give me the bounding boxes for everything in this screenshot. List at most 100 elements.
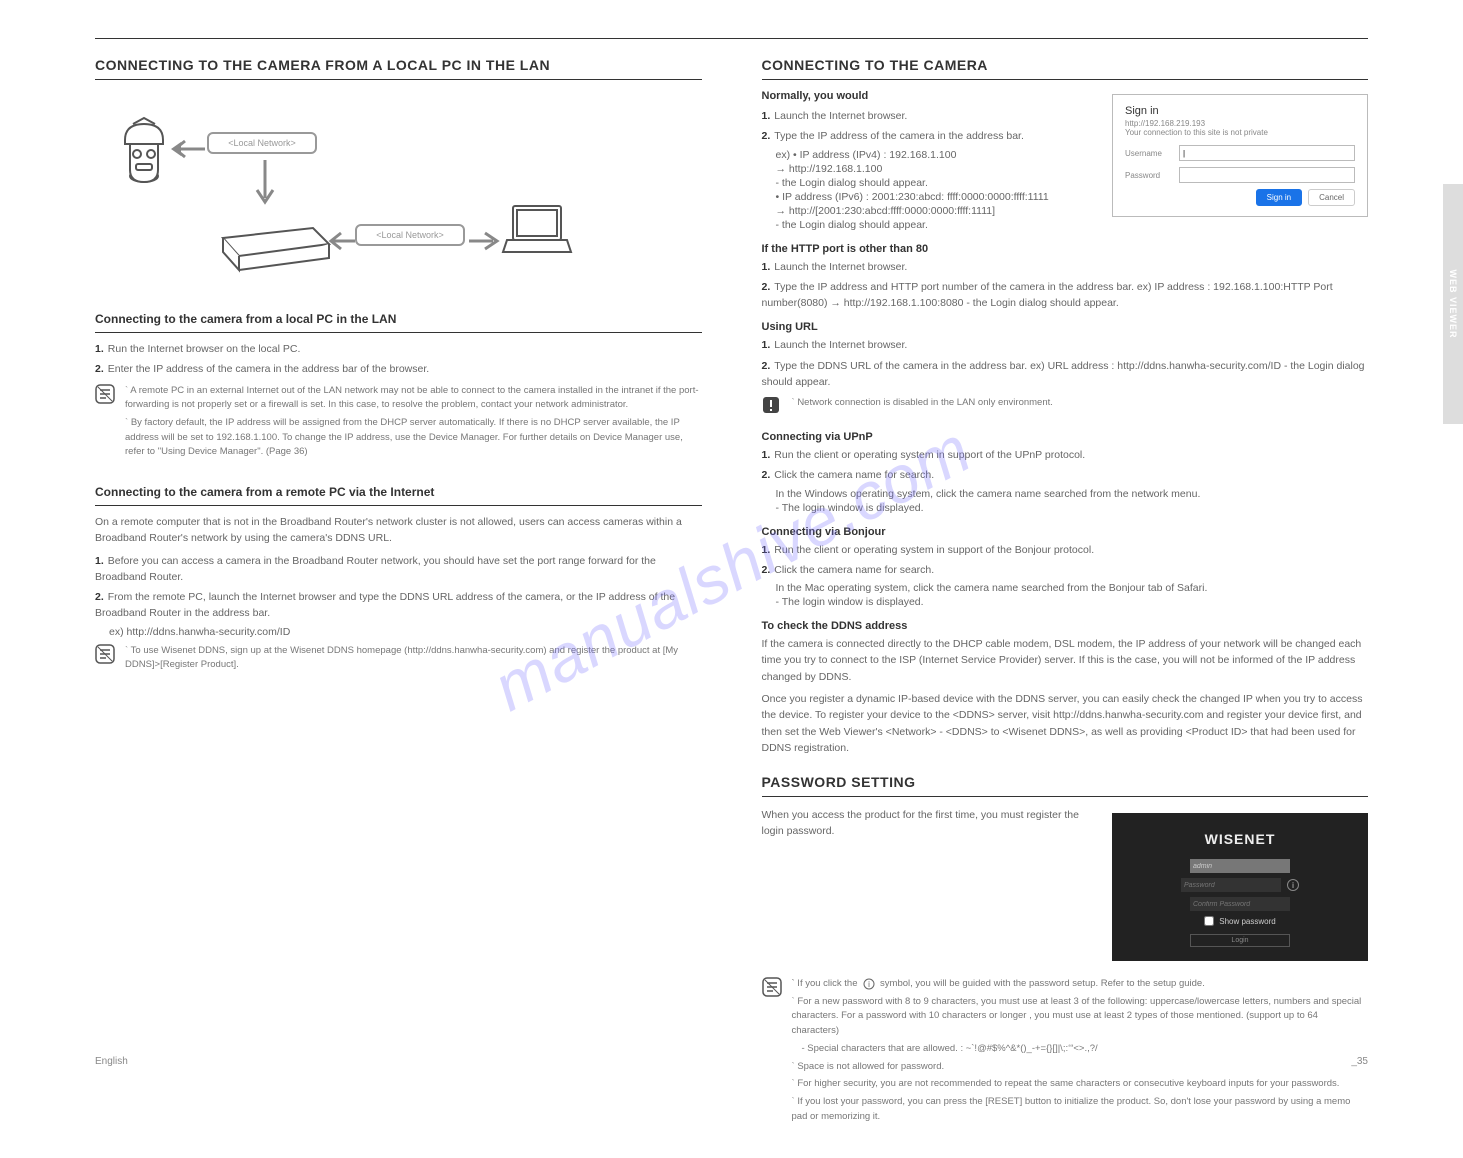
subheading-bonjour: Connecting via Bonjour — [762, 526, 1369, 538]
subtitle-remote-connect: Connecting to the camera from a remote P… — [95, 485, 702, 506]
cancel-button[interactable]: Cancel — [1308, 189, 1355, 206]
subheading-url: Using URL — [762, 321, 1369, 333]
paragraph: Once you register a dynamic IP-based dev… — [762, 691, 1369, 756]
arrow-left-icon — [167, 138, 207, 160]
laptop-icon — [501, 200, 573, 266]
wisenet-login-box: WISENET i Show password Login — [1112, 813, 1368, 961]
example-row: → http://[2001:230:abcd:ffff:0000:0000:f… — [776, 205, 1099, 217]
note-icon — [95, 644, 115, 664]
step-sub: In the Mac operating system, click the c… — [776, 582, 1369, 594]
paragraph: If the camera is connected directly to t… — [762, 636, 1369, 685]
note-line: If you lost your password, you can press… — [792, 1095, 1369, 1124]
info-icon[interactable]: i — [1287, 879, 1299, 891]
example-row: • IP address (IPv6) : 2001:230:abcd: fff… — [776, 191, 1099, 203]
step-text: Before you can access a camera in the Br… — [95, 555, 656, 583]
step: 2.Type the DDNS URL of the camera in the… — [762, 358, 1369, 391]
admin-field[interactable] — [1190, 859, 1290, 873]
svg-text:i: i — [868, 980, 870, 989]
side-tab: WEB VIEWER — [1443, 184, 1463, 424]
subtitle-lan-connect: Connecting to the camera from a local PC… — [95, 312, 702, 333]
paragraph: On a remote computer that is not in the … — [95, 514, 702, 547]
router-icon — [213, 208, 333, 274]
step-text: Run the client or operating system in su… — [774, 544, 1094, 556]
subheading-upnp: Connecting via UPnP — [762, 431, 1369, 443]
section-title-lan: CONNECTING TO THE CAMERA FROM A LOCAL PC… — [95, 57, 702, 80]
login-button[interactable]: Login — [1190, 934, 1290, 947]
step-text: Click the camera name for search. — [774, 564, 934, 576]
diagram-label-bottom: <Local Network> — [355, 224, 465, 246]
username-input[interactable] — [1179, 145, 1355, 161]
show-password-checkbox[interactable] — [1204, 916, 1214, 926]
diagram-label-top: <Local Network> — [207, 132, 317, 154]
network-diagram: <Local Network> — [95, 90, 575, 290]
step-text: From the remote PC, launch the Internet … — [95, 591, 675, 619]
side-tab-label: WEB VIEWER — [1448, 269, 1458, 338]
arrow-down-icon — [253, 158, 277, 206]
section-title-connect: CONNECTING TO THE CAMERA — [762, 57, 1369, 80]
step: 2.Type the IP address of the camera in t… — [762, 128, 1099, 144]
paragraph: When you access the product for the firs… — [762, 807, 1099, 840]
note-icon — [762, 977, 782, 997]
note-line: Space is not allowed for password. — [792, 1060, 1369, 1075]
password-field[interactable] — [1181, 878, 1281, 892]
example-row: - the Login dialog should appear. — [776, 177, 1099, 189]
note-line: ` If you click the i symbol, you will be… — [792, 977, 1369, 992]
note-line: To use Wisenet DDNS, sign up at the Wise… — [125, 644, 702, 673]
example-row: → http://192.168.1.100 — [776, 163, 1099, 175]
step-text: Click the camera name for search. — [774, 469, 934, 481]
info-icon: i — [863, 978, 875, 990]
signin-dialog: Sign in http://192.168.219.193 Your conn… — [1112, 94, 1368, 217]
signin-privacy: Your connection to this site is not priv… — [1125, 128, 1355, 137]
step: 1.Run the client or operating system in … — [762, 542, 1369, 558]
step: 1.Before you can access a camera in the … — [95, 553, 702, 586]
signin-title: Sign in — [1125, 105, 1355, 117]
step: 2.From the remote PC, launch the Interne… — [95, 589, 702, 622]
signin-button[interactable]: Sign in — [1256, 189, 1302, 206]
step: 1.Launch the Internet browser. — [762, 259, 1369, 275]
step: 1.Run the Internet browser on the local … — [95, 341, 702, 357]
step: 1.Launch the Internet browser. — [762, 108, 1099, 124]
step: 2.Enter the IP address of the camera in … — [95, 361, 702, 377]
step-text: Enter the IP address of the camera in th… — [108, 363, 429, 375]
step-text: Launch the Internet browser. — [774, 110, 907, 122]
example-row: - the Login dialog should appear. — [776, 219, 1099, 231]
step-sub: - The login window is displayed. — [776, 596, 1369, 608]
step-text: Type the DDNS URL of the camera in the a… — [762, 360, 1365, 388]
step: 1.Launch the Internet browser. — [762, 337, 1369, 353]
note-line: For higher security, you are not recomme… — [792, 1077, 1369, 1092]
subheading-normal: Normally, you would — [762, 90, 1099, 102]
section-title-password: PASSWORD SETTING — [762, 774, 1369, 797]
confirm-password-field[interactable] — [1190, 897, 1290, 911]
password-input[interactable] — [1179, 167, 1355, 183]
subheading-http: If the HTTP port is other than 80 — [762, 243, 1369, 255]
note-line: A remote PC in an external Internet out … — [125, 384, 702, 413]
username-label: Username — [1125, 149, 1171, 158]
step-sub: In the Windows operating system, click t… — [776, 488, 1369, 500]
arrow-right-icon — [467, 230, 501, 252]
step: 2.Type the IP address and HTTP port numb… — [762, 279, 1369, 312]
warning-icon — [762, 396, 780, 414]
step: 1.Run the client or operating system in … — [762, 447, 1369, 463]
camera-icon — [115, 116, 173, 186]
page-number: _35 — [1351, 1056, 1368, 1067]
note-line: For a new password with 8 to 9 character… — [792, 995, 1369, 1039]
step-text: Run the client or operating system in su… — [774, 449, 1085, 461]
step-text: Launch the Internet browser. — [774, 261, 907, 273]
example-row: ex) http://ddns.hanwha-security.com/ID — [109, 626, 702, 638]
signin-url: http://192.168.219.193 — [1125, 119, 1355, 128]
wisenet-logo: WISENET — [1152, 831, 1328, 847]
note-icon — [95, 384, 115, 404]
example-row: ex) • IP address (IPv4) : 192.168.1.100 — [776, 149, 1099, 161]
note-line: By factory default, the IP address will … — [125, 416, 702, 460]
step-text: Run the Internet browser on the local PC… — [108, 343, 301, 355]
step-text: Launch the Internet browser. — [774, 339, 907, 351]
page-language: English — [95, 1056, 128, 1067]
step: 2.Click the camera name for search. — [762, 467, 1369, 483]
show-password-label: Show password — [1219, 917, 1275, 926]
step-text: Type the IP address and HTTP port number… — [762, 281, 1333, 309]
arrow-left2-icon — [327, 230, 357, 252]
password-label: Password — [1125, 171, 1171, 180]
warning-text: Network connection is disabled in the LA… — [792, 396, 1369, 419]
note-line: - Special characters that are allowed. :… — [802, 1042, 1369, 1057]
step-text: Type the IP address of the camera in the… — [774, 130, 1024, 142]
